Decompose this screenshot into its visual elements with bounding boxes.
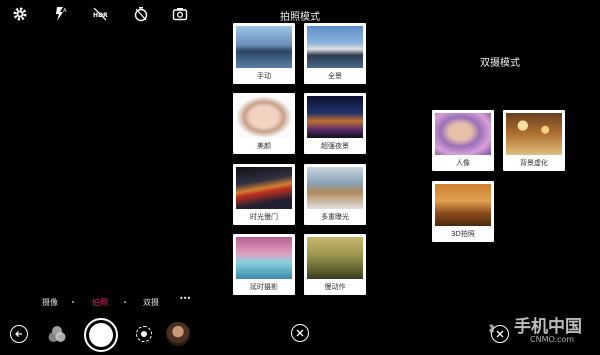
shutter-inner — [89, 323, 113, 347]
panorama-thumbnail — [307, 26, 363, 68]
bokeh-thumbnail — [506, 113, 562, 155]
mode-separator — [72, 301, 74, 303]
photo-mode-card-label: 超强夜景 — [321, 142, 349, 150]
svg-text:A: A — [63, 8, 67, 14]
close-icon — [296, 329, 304, 337]
shutter-button[interactable] — [84, 318, 118, 352]
flash-auto-icon[interactable]: A — [52, 6, 68, 22]
photo-mode-card[interactable]: 时光慢门 — [233, 164, 295, 225]
mode-photo[interactable]: 拍照 — [92, 297, 108, 308]
mode-video[interactable]: 摄像 — [42, 297, 58, 308]
photo-mode-card-label: 美颜 — [257, 142, 271, 150]
portrait-flowers-thumbnail — [435, 113, 491, 155]
photo-mode-card-label: 多重曝光 — [321, 213, 349, 221]
photo-mode-card-label: 手动 — [257, 72, 271, 80]
photo-mode-card[interactable]: 手动 — [233, 23, 295, 84]
gear-icon[interactable] — [12, 6, 28, 22]
gallery-thumbnail[interactable] — [166, 322, 190, 346]
mode-dual[interactable]: 双摄 — [143, 297, 159, 308]
more-modes-icon[interactable]: ••• — [179, 294, 191, 303]
photo-mode-card[interactable]: 超强夜景 — [304, 93, 366, 154]
live-photo-dot — [141, 331, 147, 337]
back-arrow-icon — [15, 331, 22, 337]
close-button[interactable] — [291, 324, 309, 342]
filter-icon[interactable] — [47, 324, 67, 344]
timer-off-icon[interactable] — [133, 6, 149, 22]
watermark-sub: CNMO.com — [530, 335, 575, 344]
photo-mode-card[interactable]: 全景 — [304, 23, 366, 84]
photo-modes-title: 拍照模式 — [280, 12, 320, 23]
photo-mode-card[interactable]: 美颜 — [233, 93, 295, 154]
dual-modes-title: 双摄模式 — [480, 58, 520, 69]
photo-mode-card[interactable]: 多重曝光 — [304, 164, 366, 225]
double-exposure-thumbnail — [307, 167, 363, 209]
night-city-thumbnail — [307, 96, 363, 138]
watermark-brand: 手机中国 — [514, 317, 582, 337]
dual-mode-card[interactable]: 人像 — [432, 110, 494, 171]
live-photo-icon[interactable] — [136, 326, 152, 342]
dual-mode-card-label: 3D拍照 — [451, 230, 475, 238]
photo-mode-card[interactable]: 慢动作 — [304, 234, 366, 295]
photo-mode-card-label: 全景 — [328, 72, 342, 80]
light-trails-thumbnail — [236, 167, 292, 209]
portrait-makeup-thumbnail — [236, 96, 292, 138]
cnmo-watermark: 手机中国 CNMO.com — [488, 312, 590, 350]
dual-mode-card-label: 人像 — [456, 159, 470, 167]
cnmo-logo-icon — [489, 324, 495, 333]
photo-mode-card-label: 慢动作 — [324, 283, 346, 291]
dual-mode-card[interactable]: 3D拍照 — [432, 181, 494, 242]
back-button[interactable] — [10, 325, 28, 343]
mode-separator — [124, 301, 126, 303]
city-skyline-thumbnail — [236, 26, 292, 68]
3d-deer-thumbnail — [435, 184, 491, 226]
photo-mode-card-label: 时光慢门 — [250, 213, 278, 221]
svg-text:HDR: HDR — [93, 12, 108, 19]
slow-motion-thumbnail — [307, 237, 363, 279]
switch-camera-icon[interactable] — [172, 6, 188, 22]
dual-mode-card-label: 背景虚化 — [520, 159, 548, 167]
hdr-off-icon[interactable]: HDR — [92, 6, 108, 22]
photo-mode-card-label: 延时摄影 — [250, 283, 278, 291]
timelapse-thumbnail — [236, 237, 292, 279]
dual-mode-card[interactable]: 背景虚化 — [503, 110, 565, 171]
photo-mode-card[interactable]: 延时摄影 — [233, 234, 295, 295]
